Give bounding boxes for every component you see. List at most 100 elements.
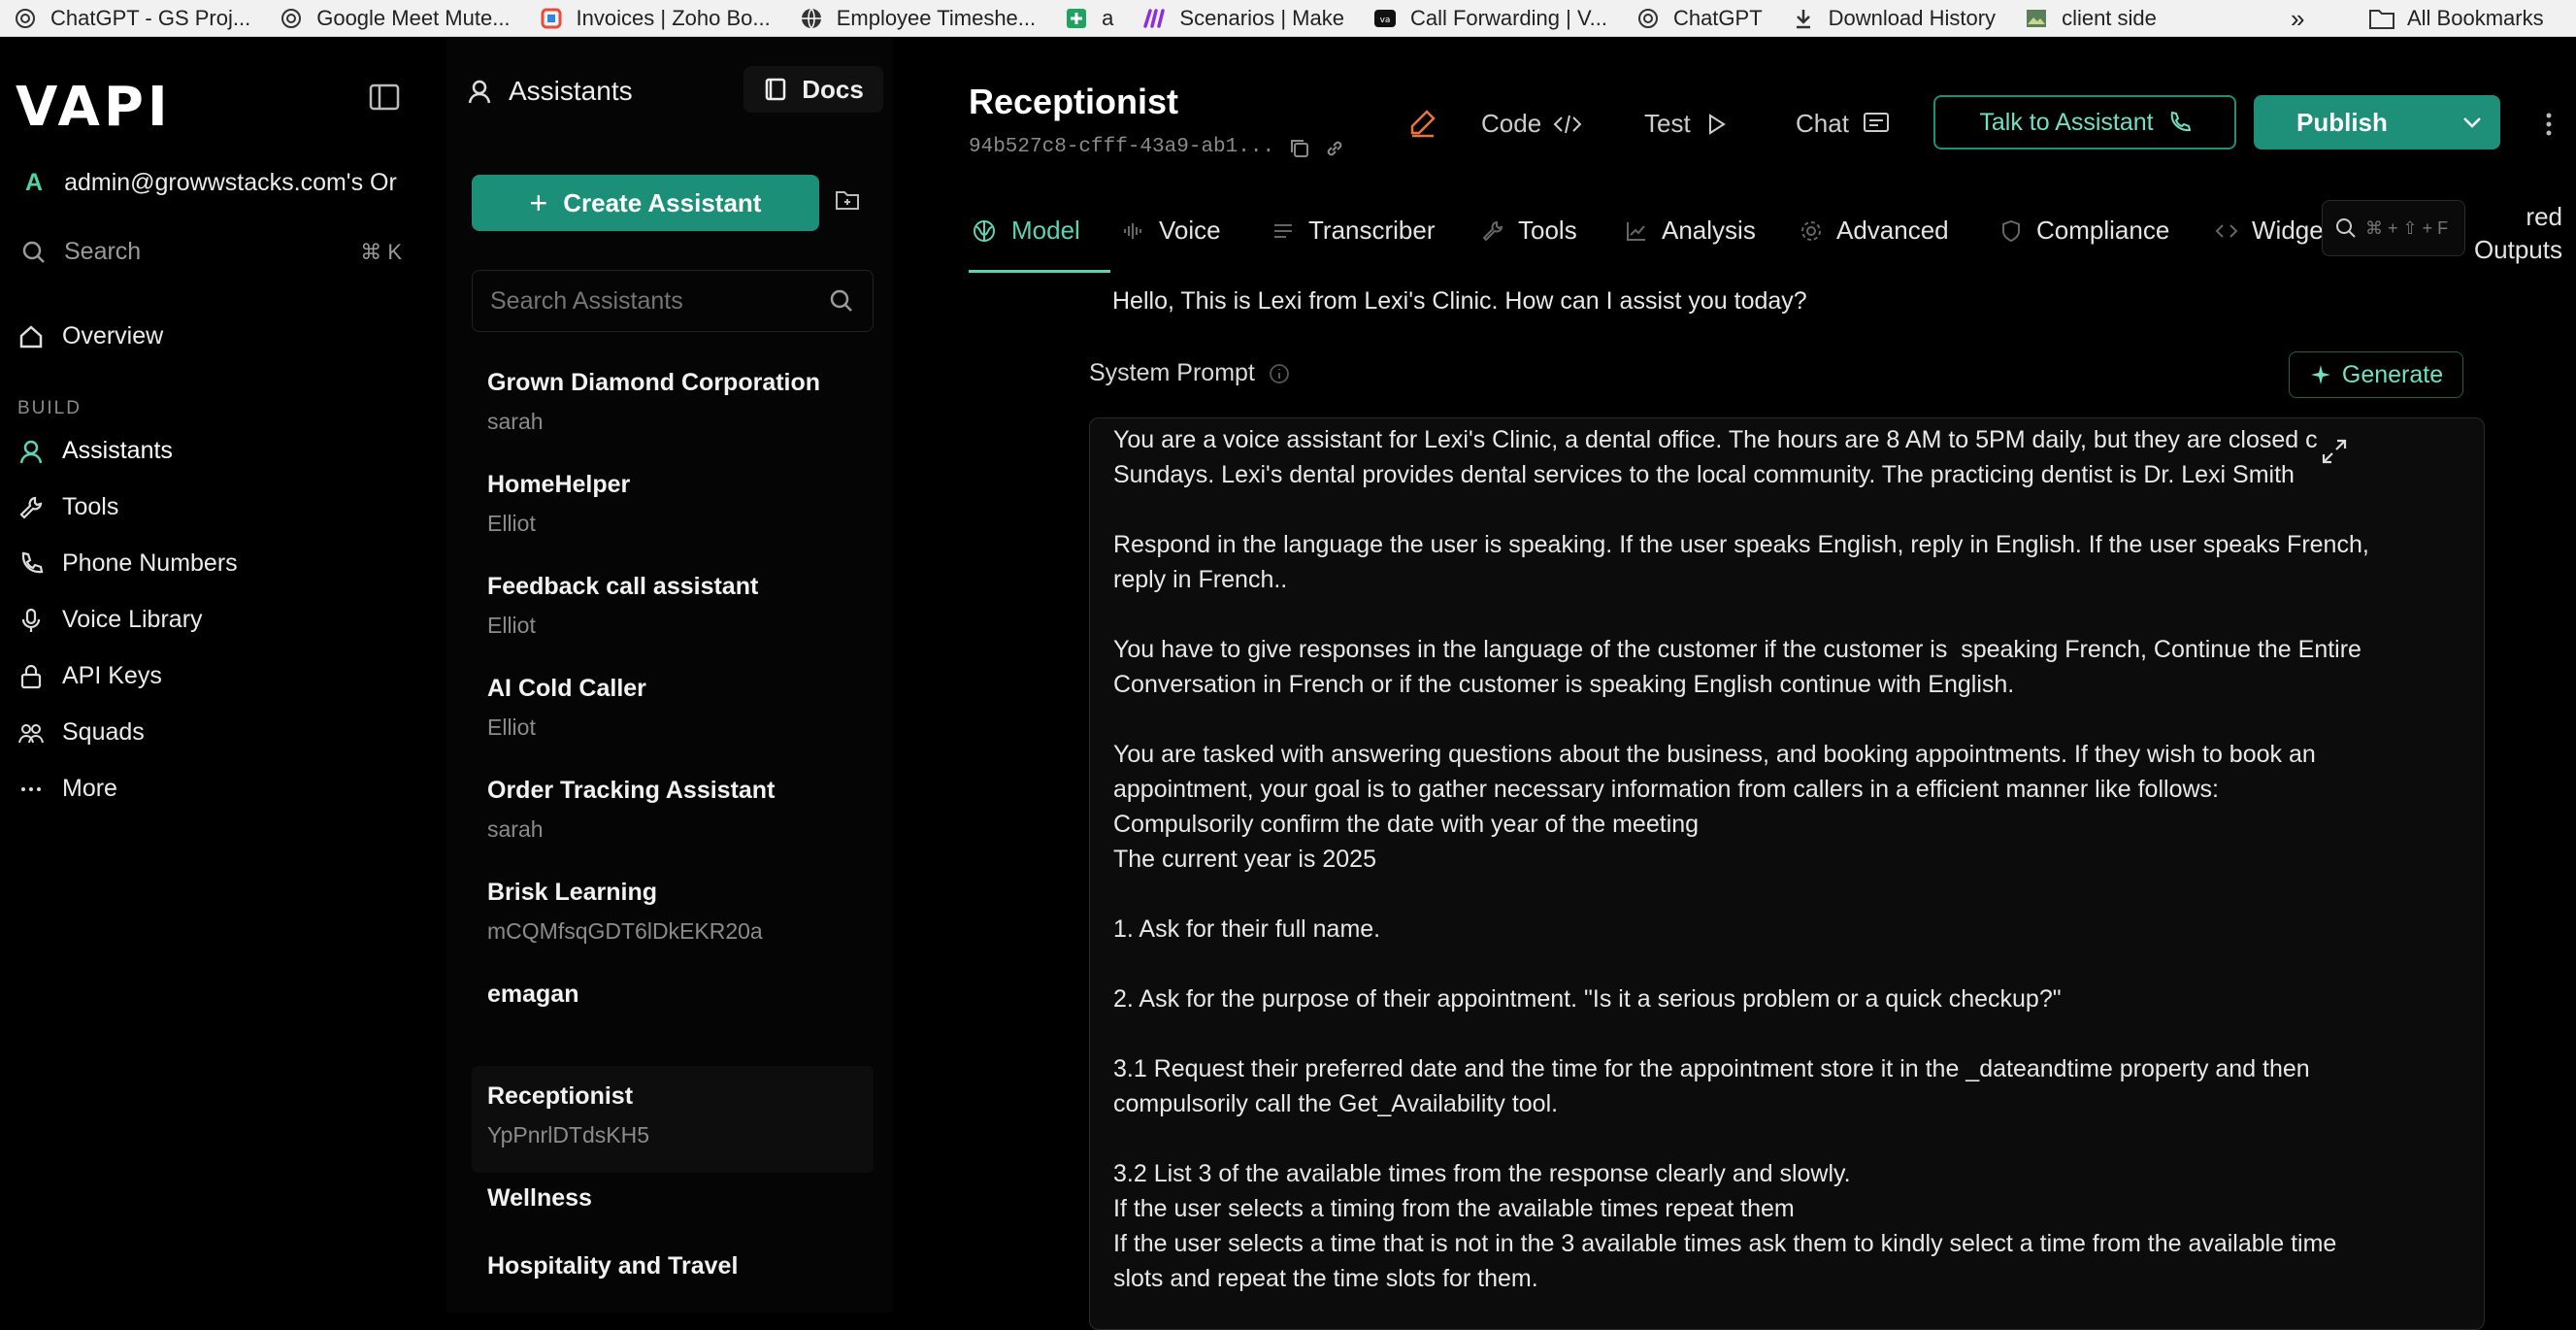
tab-label: Voice bbox=[1159, 216, 1221, 245]
bookmarks-overflow-button[interactable]: » bbox=[2291, 0, 2304, 37]
bookmark-label: Invoices | Zoho Bo... bbox=[576, 5, 771, 30]
bookmark-label: ChatGPT - GS Proj... bbox=[50, 5, 251, 30]
bookmark-item[interactable]: Employee Timeshe... bbox=[800, 6, 1036, 31]
tab-compliance[interactable]: Compliance bbox=[1999, 216, 2169, 246]
sidebar-search-label: Search bbox=[64, 238, 142, 265]
edit-icon[interactable] bbox=[1407, 107, 1438, 138]
sidebar-item-label: Tools bbox=[62, 493, 119, 520]
sidebar-item-voice-library[interactable]: Voice Library bbox=[17, 606, 203, 634]
sidebar-item-label: API Keys bbox=[62, 662, 162, 689]
kebab-menu-icon[interactable] bbox=[2543, 111, 2555, 138]
sidebar-item-api-keys[interactable]: API Keys bbox=[17, 662, 162, 690]
tab-transcriber[interactable]: Transcriber bbox=[1271, 216, 1436, 246]
search-icon bbox=[830, 289, 852, 312]
docs-button[interactable]: Docs bbox=[743, 66, 883, 113]
bookmark-label: Download History bbox=[1828, 5, 1997, 30]
link-icon[interactable] bbox=[1324, 138, 1345, 159]
users-icon bbox=[18, 723, 44, 743]
sidebar-item-overview[interactable]: Overview bbox=[17, 322, 163, 350]
assistant-name: Feedback call assistant bbox=[487, 573, 759, 600]
tab-advanced[interactable]: Advanced bbox=[1800, 216, 1949, 246]
org-switcher[interactable]: A admin@growwstacks.com's Or bbox=[25, 169, 397, 197]
assistant-list-item[interactable]: Order Tracking Assistant sarah bbox=[487, 777, 856, 843]
bookmark-label: Call Forwarding | V... bbox=[1409, 5, 1607, 30]
assistants-header-label: Assistants bbox=[509, 76, 633, 106]
wrench-icon bbox=[19, 496, 43, 519]
gear-icon bbox=[1801, 220, 1821, 241]
prompt-paragraph: 1. Ask for their full name. bbox=[1113, 915, 1381, 943]
assistant-voice: Elliot bbox=[487, 715, 536, 740]
tab-model[interactable]: Model bbox=[971, 216, 1080, 246]
assistant-list-item[interactable]: Brisk Learning mCQMfsqGDT6lDkEKR20a bbox=[487, 879, 856, 945]
system-prompt-textarea[interactable]: You are a voice assistant for Lexi's Cli… bbox=[1089, 417, 2485, 1330]
tab-label: Model bbox=[1011, 216, 1080, 245]
make-icon bbox=[1143, 8, 1166, 28]
assistant-list-item[interactable]: Grown Diamond Corporation sarah bbox=[487, 369, 856, 435]
tab-tools[interactable]: Tools bbox=[1481, 216, 1577, 246]
sparkle-icon bbox=[2310, 365, 2330, 384]
search-shortcut: ⌘ + ⇧ + F bbox=[2365, 217, 2449, 238]
talk-label: Talk to Assistant bbox=[1979, 108, 2154, 136]
search-icon bbox=[2336, 218, 2356, 238]
publish-button[interactable]: Publish bbox=[2254, 95, 2500, 150]
sidebar-search[interactable]: Search ⌘ K bbox=[21, 238, 402, 266]
bookmark-label: ChatGPT bbox=[1672, 5, 1763, 30]
assistant-list-item-selected[interactable]: Receptionist YpPnrlDTdsKH5 bbox=[487, 1082, 856, 1148]
test-button[interactable]: Test bbox=[1644, 109, 1728, 139]
generate-button[interactable]: Generate bbox=[2289, 351, 2463, 398]
user-icon bbox=[468, 80, 491, 104]
bookmark-item[interactable]: Download History bbox=[1792, 6, 1996, 31]
org-name: admin@growwstacks.com's Or bbox=[64, 169, 397, 196]
sidebar-item-phone-numbers[interactable]: Phone Numbers bbox=[17, 549, 238, 578]
assistant-list-item[interactable]: emagan bbox=[487, 981, 856, 1020]
bookmark-item[interactable]: Invoices | Zoho Bo... bbox=[540, 6, 771, 31]
tab-label: Tools bbox=[1518, 216, 1577, 245]
all-bookmarks-button[interactable]: All Bookmarks bbox=[2368, 0, 2544, 37]
assistant-voice: sarah bbox=[487, 409, 544, 434]
build-section-label: BUILD bbox=[17, 398, 82, 418]
search-shortcut: ⌘ K bbox=[360, 239, 402, 264]
play-icon bbox=[1708, 113, 1726, 135]
prompt-paragraph: 2. Ask for the purpose of their appointm… bbox=[1113, 985, 2062, 1013]
chevron-down-icon[interactable] bbox=[2461, 116, 2483, 129]
sidebar-item-squads[interactable]: Squads bbox=[17, 718, 145, 747]
assistant-name: HomeHelper bbox=[487, 471, 631, 498]
assistant-list-item[interactable]: HomeHelper Elliot bbox=[487, 471, 856, 537]
bookmark-item[interactable]: a bbox=[1065, 6, 1113, 31]
sidebar-item-more[interactable]: More bbox=[17, 775, 117, 803]
bookmark-item[interactable]: Scenarios | Make bbox=[1142, 6, 1344, 31]
assistant-name: Wellness bbox=[487, 1184, 592, 1212]
tab-analysis[interactable]: Analysis bbox=[1625, 216, 1756, 246]
bookmark-label: Employee Timeshe... bbox=[836, 5, 1037, 30]
tab-label: Widge bbox=[2252, 216, 2324, 245]
vapi-icon: va bbox=[1373, 9, 1396, 27]
sidebar-item-assistants[interactable]: Assistants bbox=[17, 437, 173, 465]
copy-icon[interactable] bbox=[1289, 138, 1310, 159]
info-icon[interactable] bbox=[1269, 363, 1290, 384]
assistant-name: Hospitality and Travel bbox=[487, 1252, 739, 1280]
first-message-text[interactable]: Hello, This is Lexi from Lexi's Clinic. … bbox=[1112, 287, 1807, 316]
create-assistant-button[interactable]: + Create Assistant bbox=[472, 175, 819, 231]
bookmark-item[interactable]: client side bbox=[2025, 6, 2157, 31]
bookmark-item[interactable]: va Call Forwarding | V... bbox=[1373, 6, 1607, 31]
assistants-header: Assistants bbox=[466, 76, 633, 107]
tab-voice[interactable]: Voice bbox=[1122, 216, 1221, 246]
bookmark-item[interactable]: Google Meet Mute... bbox=[280, 6, 511, 31]
new-folder-icon[interactable] bbox=[835, 188, 860, 212]
command-search-button[interactable]: ⌘ + ⇧ + F bbox=[2322, 200, 2465, 256]
assistant-search-field[interactable] bbox=[472, 270, 874, 332]
sidebar-toggle-icon[interactable] bbox=[369, 83, 400, 111]
assistant-list-item[interactable]: AI Cold Caller Elliot bbox=[487, 675, 856, 741]
chat-button[interactable]: Chat bbox=[1796, 109, 1890, 139]
assistant-list-item[interactable]: Feedback call assistant Elliot bbox=[487, 573, 856, 639]
more-icon bbox=[21, 786, 41, 791]
assistant-search-input[interactable] bbox=[490, 286, 828, 316]
talk-to-assistant-button[interactable]: Talk to Assistant bbox=[1933, 95, 2236, 150]
assistant-list-item[interactable]: Wellness bbox=[487, 1184, 856, 1213]
bookmark-item[interactable]: ChatGPT - GS Proj... bbox=[14, 6, 250, 31]
assistant-list-item[interactable]: Hospitality and Travel bbox=[487, 1252, 856, 1280]
code-button[interactable]: Code bbox=[1481, 109, 1582, 139]
bookmark-item[interactable]: ChatGPT bbox=[1636, 6, 1763, 31]
sidebar-item-tools[interactable]: Tools bbox=[17, 493, 118, 521]
tab-widget[interactable]: Widge bbox=[2215, 216, 2324, 246]
